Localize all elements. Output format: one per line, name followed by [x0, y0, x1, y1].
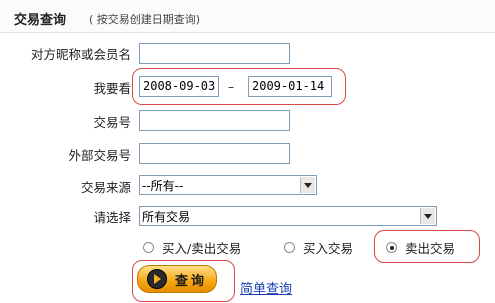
search-button-label: 查询	[175, 273, 208, 289]
play-icon	[147, 269, 167, 289]
radio-sell-label: 卖出交易	[405, 241, 456, 256]
source-select[interactable]: --所有--	[139, 175, 317, 195]
radio-buy-sell[interactable]: 买入/卖出交易	[143, 238, 241, 257]
choose-label: 请选择	[93, 210, 131, 225]
date-label: 我要看	[93, 81, 131, 96]
trade-type-select[interactable]: 所有交易	[139, 206, 437, 226]
date-separator: –	[228, 80, 234, 94]
radio-buy[interactable]: 买入交易	[284, 238, 353, 257]
counterparty-label: 对方昵称或会员名	[30, 47, 131, 62]
trade-no-label: 交易号	[93, 115, 131, 130]
page-subtitle: ( 按交易创建日期查询)	[89, 13, 201, 26]
radio-button[interactable]	[143, 242, 154, 253]
radio-buy-label: 买入交易	[303, 241, 354, 256]
date-from-input[interactable]: 2008-09-03	[139, 76, 219, 97]
radio-buy-sell-label: 买入/卖出交易	[162, 241, 242, 256]
chevron-down-icon[interactable]	[420, 208, 435, 224]
search-button[interactable]: 查询	[137, 265, 217, 293]
external-no-label: 外部交易号	[68, 148, 131, 163]
counterparty-input[interactable]	[139, 43, 290, 64]
radio-button[interactable]	[284, 242, 295, 253]
external-no-input[interactable]	[139, 143, 290, 164]
source-label: 交易来源	[80, 180, 131, 195]
chevron-down-icon[interactable]	[300, 177, 315, 193]
trade-type-selected-value: 所有交易	[142, 210, 191, 224]
trade-no-input[interactable]	[139, 110, 290, 131]
source-selected-value: --所有--	[142, 179, 184, 193]
radio-button-checked[interactable]	[386, 242, 397, 253]
title-bar: 交易查询 ( 按交易创建日期查询)	[0, 0, 495, 33]
radio-sell[interactable]: 卖出交易	[386, 238, 455, 257]
page-title: 交易查询	[14, 13, 67, 28]
date-to-input[interactable]: 2009-01-14	[248, 76, 332, 97]
simple-search-link[interactable]: 简单查询	[240, 278, 292, 297]
